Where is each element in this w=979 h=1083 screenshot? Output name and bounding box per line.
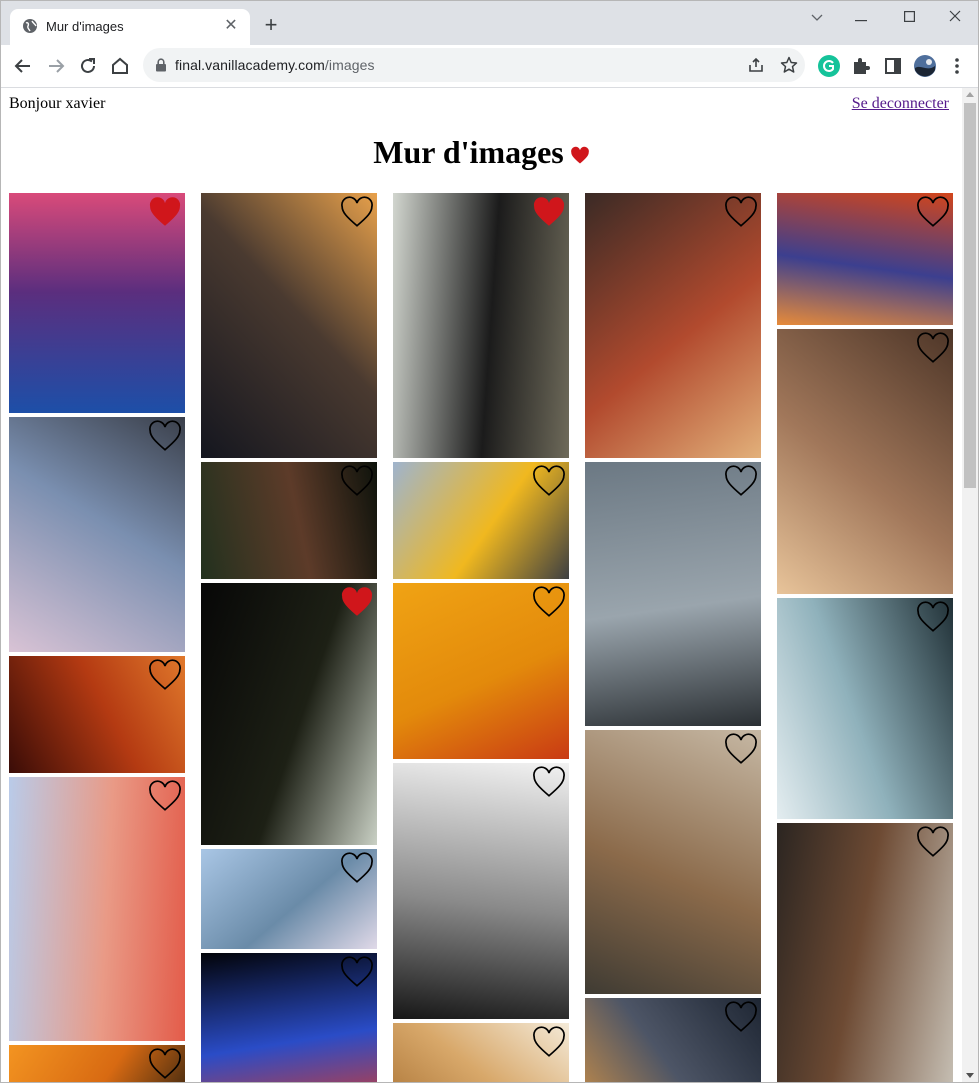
- share-icon[interactable]: [747, 56, 765, 74]
- page-content: Bonjour xavier Se deconnecter Mur d'imag…: [1, 88, 962, 1082]
- active-tab[interactable]: Mur d'images ✕: [10, 9, 250, 45]
- gallery-image[interactable]: [393, 462, 569, 579]
- page-scrollbar[interactable]: [962, 88, 978, 1082]
- gallery-image[interactable]: [777, 598, 953, 819]
- globe-icon: [23, 19, 37, 33]
- gallery-image[interactable]: [393, 763, 569, 1019]
- liked-heart-icon[interactable]: [532, 196, 566, 230]
- like-heart-icon[interactable]: [340, 196, 374, 230]
- liked-heart-icon[interactable]: [340, 586, 374, 620]
- greeting-text: Bonjour xavier: [9, 95, 106, 112]
- like-heart-icon[interactable]: [532, 766, 566, 800]
- gallery-image[interactable]: [393, 1023, 569, 1082]
- extensions-puzzle-icon[interactable]: [849, 54, 873, 78]
- gallery-image[interactable]: [585, 462, 761, 726]
- like-heart-icon[interactable]: [724, 465, 758, 499]
- gallery-image[interactable]: [201, 953, 377, 1082]
- gallery-image[interactable]: [777, 329, 953, 594]
- page-title-text: Mur d'images: [373, 134, 564, 170]
- like-heart-icon[interactable]: [148, 780, 182, 814]
- like-heart-icon[interactable]: [916, 826, 950, 860]
- like-heart-icon[interactable]: [340, 852, 374, 886]
- side-panel-icon[interactable]: [881, 54, 905, 78]
- close-tab-icon[interactable]: ✕: [222, 17, 240, 35]
- lock-icon[interactable]: [155, 58, 167, 72]
- logout-link[interactable]: Se deconnecter: [852, 95, 949, 113]
- gallery-image[interactable]: [393, 583, 569, 759]
- like-heart-icon[interactable]: [148, 659, 182, 693]
- close-window-icon[interactable]: [940, 7, 970, 27]
- gallery-image[interactable]: [777, 823, 953, 1082]
- like-heart-icon[interactable]: [916, 601, 950, 635]
- heart-icon: [570, 146, 589, 164]
- like-heart-icon[interactable]: [340, 465, 374, 499]
- home-icon[interactable]: [108, 54, 132, 78]
- tab-search-icon[interactable]: [802, 7, 832, 27]
- gallery-image[interactable]: [585, 998, 761, 1082]
- like-heart-icon[interactable]: [340, 956, 374, 990]
- forward-icon[interactable]: [44, 54, 68, 78]
- scrollbar-thumb[interactable]: [964, 103, 976, 488]
- maximize-icon[interactable]: [894, 7, 924, 27]
- like-heart-icon[interactable]: [916, 332, 950, 366]
- scroll-up-arrow[interactable]: [966, 92, 974, 97]
- page-title: Mur d'images: [1, 134, 962, 171]
- like-heart-icon[interactable]: [724, 733, 758, 767]
- gallery-image[interactable]: [201, 583, 377, 845]
- new-tab-button[interactable]: +: [259, 13, 283, 37]
- gallery-image[interactable]: [9, 1045, 185, 1082]
- gallery-image[interactable]: [9, 656, 185, 773]
- address-bar[interactable]: final.vanillacademy.com/images: [143, 48, 805, 82]
- gallery-image[interactable]: [201, 462, 377, 579]
- url-text[interactable]: final.vanillacademy.com/images: [175, 57, 375, 73]
- url-path: /images: [324, 57, 375, 73]
- grammarly-icon[interactable]: [817, 54, 841, 78]
- gallery-image[interactable]: [201, 849, 377, 949]
- minimize-icon[interactable]: [846, 7, 876, 27]
- tab-title: Mur d'images: [46, 19, 124, 34]
- browser-window: Mur d'images ✕ + final.vanillacademy.com…: [0, 0, 979, 1083]
- back-icon[interactable]: [11, 54, 35, 78]
- like-heart-icon[interactable]: [532, 586, 566, 620]
- liked-heart-icon[interactable]: [148, 196, 182, 230]
- scroll-down-arrow[interactable]: [966, 1073, 974, 1078]
- profile-avatar-icon[interactable]: [913, 54, 937, 78]
- like-heart-icon[interactable]: [916, 196, 950, 230]
- gallery-image[interactable]: [9, 777, 185, 1041]
- browser-toolbar: final.vanillacademy.com/images: [1, 45, 978, 88]
- gallery-image[interactable]: [585, 193, 761, 458]
- like-heart-icon[interactable]: [724, 1001, 758, 1035]
- like-heart-icon[interactable]: [724, 196, 758, 230]
- like-heart-icon[interactable]: [532, 1026, 566, 1060]
- like-heart-icon[interactable]: [532, 465, 566, 499]
- gallery-image[interactable]: [777, 193, 953, 325]
- tab-strip: Mur d'images ✕ +: [1, 1, 978, 45]
- gallery-image[interactable]: [393, 193, 569, 458]
- gallery-image[interactable]: [201, 193, 377, 458]
- gallery-image[interactable]: [9, 193, 185, 413]
- like-heart-icon[interactable]: [148, 1048, 182, 1082]
- url-host: final.vanillacademy.com: [175, 57, 325, 73]
- gallery-image[interactable]: [9, 417, 185, 652]
- menu-kebab-icon[interactable]: [945, 54, 969, 78]
- bookmark-star-icon[interactable]: [779, 55, 799, 75]
- gallery-image[interactable]: [585, 730, 761, 994]
- like-heart-icon[interactable]: [148, 420, 182, 454]
- reload-icon[interactable]: [76, 54, 100, 78]
